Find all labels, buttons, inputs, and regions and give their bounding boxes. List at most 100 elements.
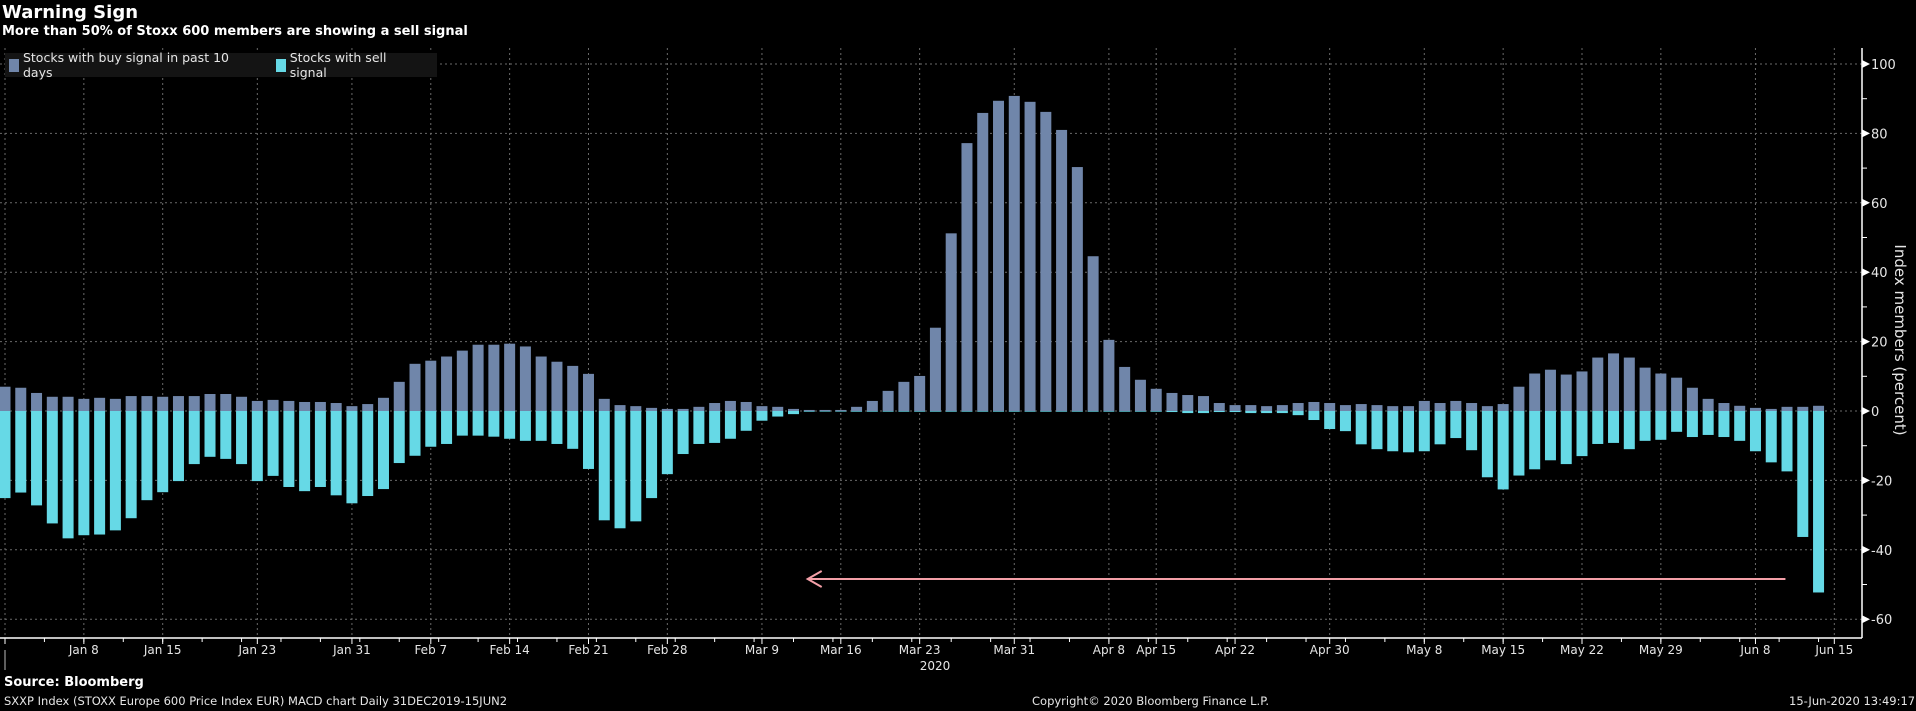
sell-signal-bar — [614, 411, 626, 529]
buy-signal-bar — [1686, 387, 1698, 411]
sell-signal-bar — [1671, 411, 1683, 432]
sell-signal-bar — [819, 411, 831, 412]
sell-signal-bar — [188, 411, 200, 465]
y-tick-marker — [1862, 268, 1870, 277]
sell-signal-bar — [630, 411, 642, 522]
buy-signal-bar — [1339, 405, 1351, 411]
y-tick-marker — [1862, 476, 1870, 485]
buy-signal-bar — [1576, 371, 1588, 411]
sell-signal-bar — [1229, 411, 1241, 413]
buy-signal-bar — [330, 403, 342, 411]
sell-signal-bar — [1418, 411, 1430, 452]
sell-signal-bar — [519, 411, 531, 441]
sell-signal-bar — [1324, 411, 1336, 430]
sell-signal-bar — [567, 411, 579, 449]
buy-signal-bar — [693, 406, 705, 411]
sell-signal-bar — [1308, 411, 1320, 421]
sell-signal-bar — [598, 411, 610, 521]
sell-signal-bar — [535, 411, 547, 441]
sell-signal-bar — [788, 411, 799, 415]
buy-signal-bar — [1056, 129, 1068, 411]
buy-signal-bar — [740, 401, 752, 411]
legend-label-buy: Stocks with buy signal in past 10 days — [22, 50, 229, 80]
x-tick-label: May 8 — [1406, 643, 1442, 657]
buy-signal-bar — [519, 346, 531, 411]
sell-signal-bar — [866, 411, 878, 412]
buy-signal-bar — [1292, 403, 1304, 411]
sell-signal-bar — [125, 411, 137, 519]
buy-signal-bar — [1749, 407, 1761, 411]
buy-signal-bar — [535, 356, 547, 411]
sell-signal-bar — [362, 411, 374, 497]
bars — [0, 95, 1825, 593]
buy-signal-bar — [1040, 111, 1052, 412]
sell-signal-bar — [646, 411, 658, 499]
sell-signal-bar — [582, 411, 594, 469]
sell-signal-bar — [425, 411, 437, 447]
buy-signal-bar — [1403, 406, 1415, 411]
buy-signal-bar — [772, 406, 784, 411]
buy-signal-bar — [488, 344, 500, 411]
buy-signal-bar — [1481, 406, 1493, 411]
sell-signal-bar — [1040, 411, 1052, 412]
x-tick-label: Apr 15 — [1136, 643, 1176, 657]
y-tick-label: 100 — [1871, 58, 1896, 73]
buy-signal-bar — [377, 397, 389, 411]
buy-signal-bar — [62, 396, 74, 411]
buy-signal-bar — [425, 360, 437, 411]
sell-signal-bar — [393, 411, 405, 464]
sell-signal-bar — [220, 411, 232, 459]
buy-signal-bar — [1119, 366, 1131, 411]
sell-signal-bar — [488, 411, 500, 437]
sell-signal-bar — [1245, 411, 1257, 414]
buy-signal-bar — [1024, 101, 1036, 411]
buy-signal-bar — [1071, 167, 1083, 411]
buy-signal-bar — [882, 390, 894, 411]
sell-signal-bar — [882, 411, 894, 412]
sell-signal-bar — [330, 411, 342, 496]
sell-signal-bar — [709, 411, 721, 443]
buy-signal-bar — [78, 398, 90, 411]
y-tick-label: 40 — [1871, 266, 1888, 281]
x-tick-label: May 29 — [1639, 643, 1683, 657]
x-tick-label: Apr 30 — [1310, 643, 1350, 657]
sell-signal-bar — [1371, 411, 1383, 450]
buy-signal-bar — [914, 375, 926, 411]
buy-signal-bar — [598, 398, 610, 411]
buy-signal-bar — [172, 396, 184, 411]
sell-signal-bar — [661, 411, 673, 475]
sell-signal-bar — [1119, 411, 1131, 412]
x-tick-label: Jun 8 — [1739, 643, 1770, 657]
buy-signal-bar — [661, 408, 673, 411]
buy-signal-bar — [724, 400, 736, 411]
buy-signal-bar — [866, 400, 878, 411]
sell-signal-bar — [1213, 411, 1225, 413]
sell-signal-bar — [299, 411, 311, 492]
sell-signal-bar — [1450, 411, 1462, 439]
buy-signal-bar — [1702, 398, 1714, 411]
sell-signal-bar — [456, 411, 468, 436]
sell-signal-bar — [677, 411, 689, 455]
buy-signal-bar — [1166, 392, 1178, 411]
x-tick-label: Mar 31 — [993, 643, 1035, 657]
sell-signal-bar — [993, 411, 1005, 412]
sell-signal-bar — [1718, 411, 1730, 438]
buy-signal-bar — [1529, 373, 1541, 411]
sell-signal-bar — [1355, 411, 1367, 445]
buy-signal-bar — [1813, 405, 1825, 411]
sell-signal-bar — [109, 411, 121, 531]
buy-signal-bar — [314, 401, 326, 411]
x-axis-year-label: 2020 — [920, 659, 951, 673]
sell-signal-bar — [31, 411, 43, 506]
sell-signal-bar — [898, 411, 910, 412]
sell-signal-bar — [1103, 411, 1115, 412]
sell-signal-bar — [1261, 411, 1273, 414]
x-tick-label: Jan 23 — [238, 643, 277, 657]
buy-signal-bar — [819, 409, 831, 411]
sell-signal-bar — [1387, 411, 1399, 452]
sell-signal-bar — [961, 411, 973, 412]
x-tick-label: May 22 — [1560, 643, 1604, 657]
buy-signal-bar — [788, 408, 799, 411]
sell-signal-bar — [1544, 411, 1556, 461]
sell-signal-bar — [929, 411, 941, 412]
